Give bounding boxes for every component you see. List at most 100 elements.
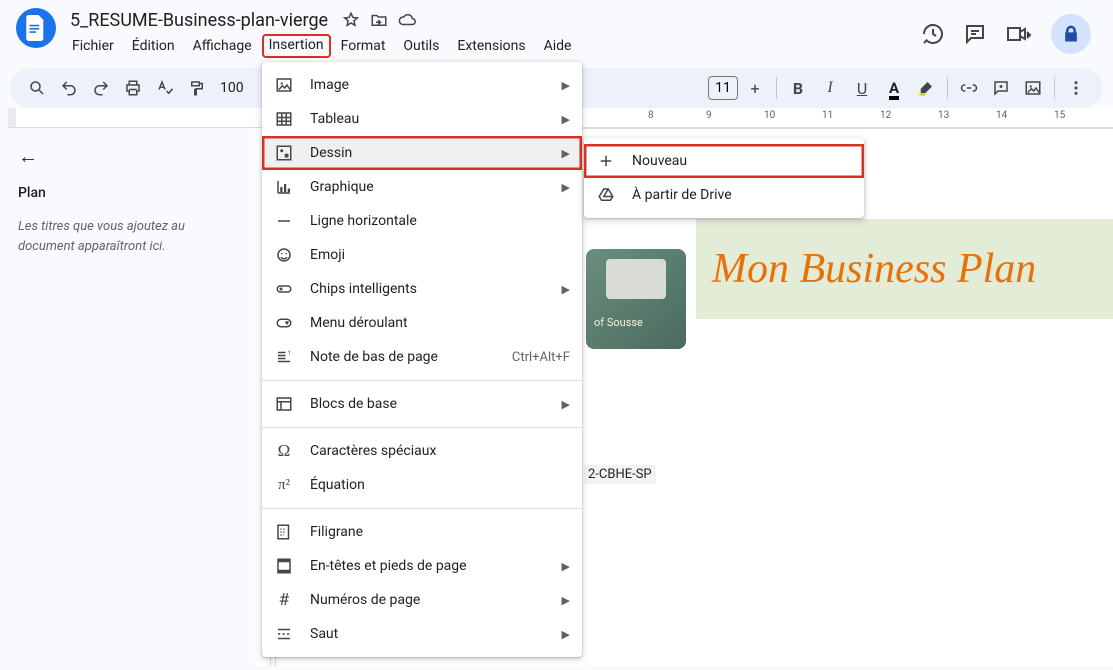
ruler-tick: 11 <box>822 110 833 121</box>
menu-item-image[interactable]: Image▶ <box>262 68 582 102</box>
menu-extensions[interactable]: Extensions <box>449 34 533 58</box>
hr-icon <box>274 211 294 231</box>
outline-panel: ← Plan Les titres que vous ajoutez au do… <box>0 128 255 666</box>
spellcheck-icon[interactable] <box>150 73 180 103</box>
underline-icon[interactable]: U <box>847 73 877 103</box>
redo-icon[interactable] <box>86 73 116 103</box>
menu-item-hr[interactable]: Ligne horizontale <box>262 204 582 238</box>
cloud-icon[interactable] <box>398 11 416 29</box>
outline-back-icon[interactable]: ← <box>18 144 38 169</box>
menu-item-blocks[interactable]: Blocs de base▶ <box>262 387 582 421</box>
menu-separator <box>262 380 582 381</box>
submenu-item-drive[interactable]: À partir de Drive <box>584 178 864 212</box>
more-icon[interactable] <box>1061 73 1091 103</box>
blocks-icon <box>274 394 294 414</box>
menu-item-dropdown[interactable]: Menu déroulant <box>262 306 582 340</box>
menu-bar: Fichier Édition Affichage Insertion Form… <box>64 34 921 58</box>
menu-item-watermark[interactable]: Filigrane <box>262 515 582 549</box>
menu-insert[interactable]: Insertion <box>262 34 331 58</box>
star-icon[interactable] <box>342 11 360 29</box>
menu-edit[interactable]: Édition <box>124 34 183 58</box>
menu-item-chips[interactable]: Chips intelligents▶ <box>262 272 582 306</box>
font-size-increase-icon[interactable]: + <box>740 73 770 103</box>
paint-format-icon[interactable] <box>182 73 212 103</box>
highlight-icon[interactable] <box>911 73 941 103</box>
title-area: 5_RESUME-Business-plan-vierge Fichier Éd… <box>64 8 921 58</box>
menu-item-label: Tableau <box>310 111 359 127</box>
menu-tools[interactable]: Outils <box>395 34 447 58</box>
text-color-icon[interactable]: A <box>879 73 909 103</box>
menu-item-label: Équation <box>310 477 365 493</box>
menu-help[interactable]: Aide <box>536 34 580 58</box>
footnote-icon: 1 <box>274 347 294 367</box>
crest-image <box>586 249 686 349</box>
menu-item-label: Numéros de page <box>310 592 420 608</box>
menu-item-chart[interactable]: Graphique ▶ <box>262 170 582 204</box>
ruler-tick: 13 <box>938 110 949 121</box>
menu-format[interactable]: Format <box>333 34 394 58</box>
image-icon <box>274 75 294 95</box>
chevron-right-icon: ▶ <box>562 594 570 607</box>
menu-item-label: Dessin <box>310 145 352 161</box>
hero-text: Mon Business Plan <box>712 245 1036 293</box>
bold-icon[interactable]: B <box>783 73 813 103</box>
menu-item-headers[interactable]: En-têtes et pieds de page▶ <box>262 549 582 583</box>
plus-icon <box>596 151 616 171</box>
menu-view[interactable]: Affichage <box>185 34 260 58</box>
menu-item-emoji[interactable]: Emoji <box>262 238 582 272</box>
menu-item-label: Caractères spéciaux <box>310 443 436 459</box>
menu-item-omega[interactable]: Ω Caractères spéciaux <box>262 434 582 468</box>
menu-item-label: En-têtes et pieds de page <box>310 558 467 574</box>
chart-icon <box>274 177 294 197</box>
insert-link-icon[interactable] <box>954 73 984 103</box>
menu-item-label: Menu déroulant <box>310 315 408 331</box>
insert-image-icon[interactable] <box>1018 73 1048 103</box>
menu-shortcut: Ctrl+Alt+F <box>512 350 570 365</box>
menu-file[interactable]: Fichier <box>64 34 122 58</box>
drive-icon <box>596 185 616 205</box>
print-icon[interactable] <box>118 73 148 103</box>
undo-icon[interactable] <box>54 73 84 103</box>
ruler-tick: 8 <box>648 110 654 121</box>
table-icon <box>274 109 294 129</box>
pagenum-icon: # <box>274 590 294 610</box>
menu-separator <box>262 508 582 509</box>
menu-item-pi[interactable]: π² Équation <box>262 468 582 502</box>
chevron-right-icon: ▶ <box>562 147 570 160</box>
comments-icon[interactable] <box>963 22 987 46</box>
docs-logo[interactable] <box>16 8 56 48</box>
menu-item-label: Ligne horizontale <box>310 213 417 229</box>
font-size-input[interactable]: 11 <box>708 76 738 100</box>
title-bar: 5_RESUME-Business-plan-vierge Fichier Éd… <box>0 0 1113 64</box>
zoom-value[interactable]: 100 <box>214 80 250 96</box>
menu-item-break[interactable]: Saut▶ <box>262 617 582 651</box>
menu-item-drawing[interactable]: Dessin ▶ <box>262 136 582 170</box>
menu-item-label: Image <box>310 77 349 93</box>
ruler-tick: 9 <box>706 110 712 121</box>
chevron-right-icon: ▶ <box>562 181 570 194</box>
pi-icon: π² <box>274 475 294 495</box>
chevron-right-icon: ▶ <box>562 628 570 641</box>
submenu-item-plus[interactable]: Nouveau <box>584 144 864 178</box>
omega-icon: Ω <box>274 441 294 461</box>
chips-icon <box>274 279 294 299</box>
italic-icon[interactable]: I <box>815 73 845 103</box>
svg-text:1: 1 <box>288 350 291 357</box>
add-comment-icon[interactable] <box>986 73 1016 103</box>
search-icon[interactable] <box>22 73 52 103</box>
menu-item-label: Emoji <box>310 247 345 263</box>
menu-item-label: Note de bas de page <box>310 349 438 365</box>
menu-item-label: Graphique <box>310 179 374 195</box>
move-icon[interactable] <box>370 11 388 29</box>
menu-separator <box>262 427 582 428</box>
menu-item-footnote[interactable]: 1 Note de bas de page Ctrl+Alt+F <box>262 340 582 374</box>
document-name[interactable]: 5_RESUME-Business-plan-vierge <box>64 8 334 33</box>
history-icon[interactable] <box>921 22 945 46</box>
meet-icon[interactable] <box>1005 22 1033 46</box>
insert-menu: Image▶Tableau▶Dessin▶Graphique▶Ligne hor… <box>262 62 582 657</box>
submenu-item-label: À partir de Drive <box>632 187 732 203</box>
menu-item-pagenum[interactable]: # Numéros de page ▶ <box>262 583 582 617</box>
emoji-icon <box>274 245 294 265</box>
menu-item-table[interactable]: Tableau▶ <box>262 102 582 136</box>
lock-icon[interactable] <box>1051 14 1091 54</box>
